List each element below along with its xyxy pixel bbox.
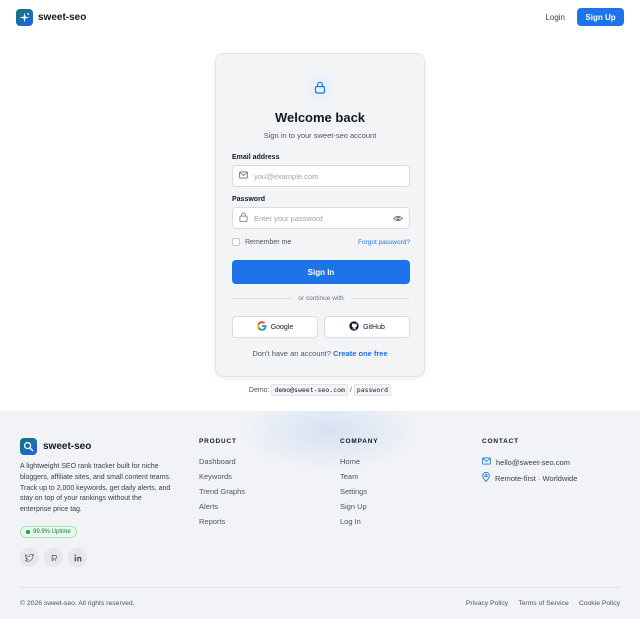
brand[interactable]: sweet-seo	[16, 8, 87, 26]
email-field[interactable]	[232, 165, 410, 187]
sparkle-icon	[16, 8, 33, 26]
footer-link-team[interactable]: Team	[340, 469, 378, 484]
forgot-password-link[interactable]: Forgot password?	[358, 239, 410, 246]
password-label: Password	[232, 196, 266, 203]
twitter-icon[interactable]	[20, 548, 39, 567]
location-pin-icon	[482, 472, 490, 484]
page-title: Welcome back	[274, 110, 366, 125]
remember-checkbox[interactable]	[232, 238, 240, 246]
divider: or continue with	[232, 295, 410, 302]
footer-link-settings[interactable]: Settings	[340, 484, 378, 499]
lock-icon	[307, 74, 333, 100]
signup-prompt: Don't have an account? Create one free	[216, 349, 424, 358]
footer-brand-name: sweet-seo	[43, 441, 92, 452]
demo-separator: /	[349, 387, 352, 394]
lock-icon	[239, 212, 248, 224]
demo-credentials: Demo: demo@sweet-seo.com / password	[0, 384, 640, 396]
signin-button[interactable]: Sign In	[232, 260, 410, 284]
password-input[interactable]	[254, 213, 393, 223]
github-icon	[349, 321, 359, 333]
contact-email-text: hello@sweet-seo.com	[496, 457, 570, 467]
signup-button[interactable]: Sign Up	[577, 8, 624, 26]
linkedin-icon[interactable]	[68, 548, 87, 567]
uptime-text: 99.9% Uptime	[33, 529, 71, 535]
mail-icon	[239, 171, 248, 181]
footer-brand[interactable]: sweet-seo	[20, 438, 91, 455]
mail-icon	[482, 457, 491, 467]
cookie-policy-link[interactable]: Cookie Policy	[579, 600, 620, 607]
github-icon[interactable]	[44, 548, 63, 567]
footer: sweet-seo A lightweight SEO rank tracker…	[0, 411, 640, 619]
contact-location-text: Remote-first · Worldwide	[495, 473, 578, 483]
footer-product-column: PRODUCT Dashboard Keywords Trend Graphs …	[199, 438, 245, 529]
footer-link-reports[interactable]: Reports	[199, 514, 245, 529]
login-card: Welcome back Sign in to your sweet-seo a…	[215, 53, 425, 377]
email-input[interactable]	[254, 171, 403, 181]
remember-me[interactable]: Remember me	[232, 238, 291, 246]
footer-link-home[interactable]: Home	[340, 454, 378, 469]
product-heading: PRODUCT	[199, 438, 237, 445]
eye-icon[interactable]	[393, 215, 403, 222]
login-link[interactable]: Login	[545, 13, 565, 22]
brand-name: sweet-seo	[38, 11, 87, 23]
footer-contact-column: CONTACT hello@sweet-seo.com Remote-first…	[482, 438, 577, 486]
footer-link-log-in[interactable]: Log In	[340, 514, 378, 529]
email-label: Email address	[232, 154, 280, 161]
copyright: © 2026 sweet-seo. All rights reserved.	[20, 600, 135, 607]
demo-email: demo@sweet-seo.com	[271, 384, 348, 396]
top-navbar: sweet-seo Login Sign Up	[0, 0, 640, 34]
privacy-policy-link[interactable]: Privacy Policy	[466, 600, 508, 607]
page-subtitle: Sign in to your sweet-seo account	[263, 131, 377, 140]
divider-text: or continue with	[298, 295, 344, 302]
contact-location: Remote-first · Worldwide	[482, 470, 577, 486]
password-field[interactable]	[232, 207, 410, 229]
demo-prefix: Demo:	[248, 387, 270, 394]
google-label: Google	[270, 323, 294, 331]
remember-label: Remember me	[245, 238, 292, 246]
uptime-badge: 99.9% Uptime	[20, 526, 77, 538]
demo-password: password	[353, 384, 392, 396]
footer-link-trend-graphs[interactable]: Trend Graphs	[199, 484, 245, 499]
legal-links: Privacy Policy Terms of Service Cookie P…	[466, 600, 620, 607]
footer-description: A lightweight SEO rank tracker built for…	[20, 463, 171, 514]
contact-heading: CONTACT	[482, 438, 519, 445]
github-signin-button[interactable]: GitHub	[324, 316, 410, 338]
footer-company-column: COMPANY Home Team Settings Sign Up Log I…	[340, 438, 378, 529]
terms-of-service-link[interactable]: Terms of Service	[518, 600, 569, 607]
contact-email[interactable]: hello@sweet-seo.com	[482, 454, 577, 470]
footer-link-keywords[interactable]: Keywords	[199, 469, 245, 484]
create-account-link[interactable]: Create one free	[333, 349, 388, 358]
footer-link-dashboard[interactable]: Dashboard	[199, 454, 245, 469]
footer-link-alerts[interactable]: Alerts	[199, 499, 245, 514]
google-signin-button[interactable]: Google	[232, 316, 318, 338]
company-heading: COMPANY	[340, 438, 379, 445]
google-icon	[256, 321, 267, 333]
github-label: GitHub	[363, 323, 385, 331]
search-icon	[20, 438, 37, 455]
signup-prompt-text: Don't have an account?	[252, 349, 331, 358]
footer-link-sign-up[interactable]: Sign Up	[340, 499, 378, 514]
